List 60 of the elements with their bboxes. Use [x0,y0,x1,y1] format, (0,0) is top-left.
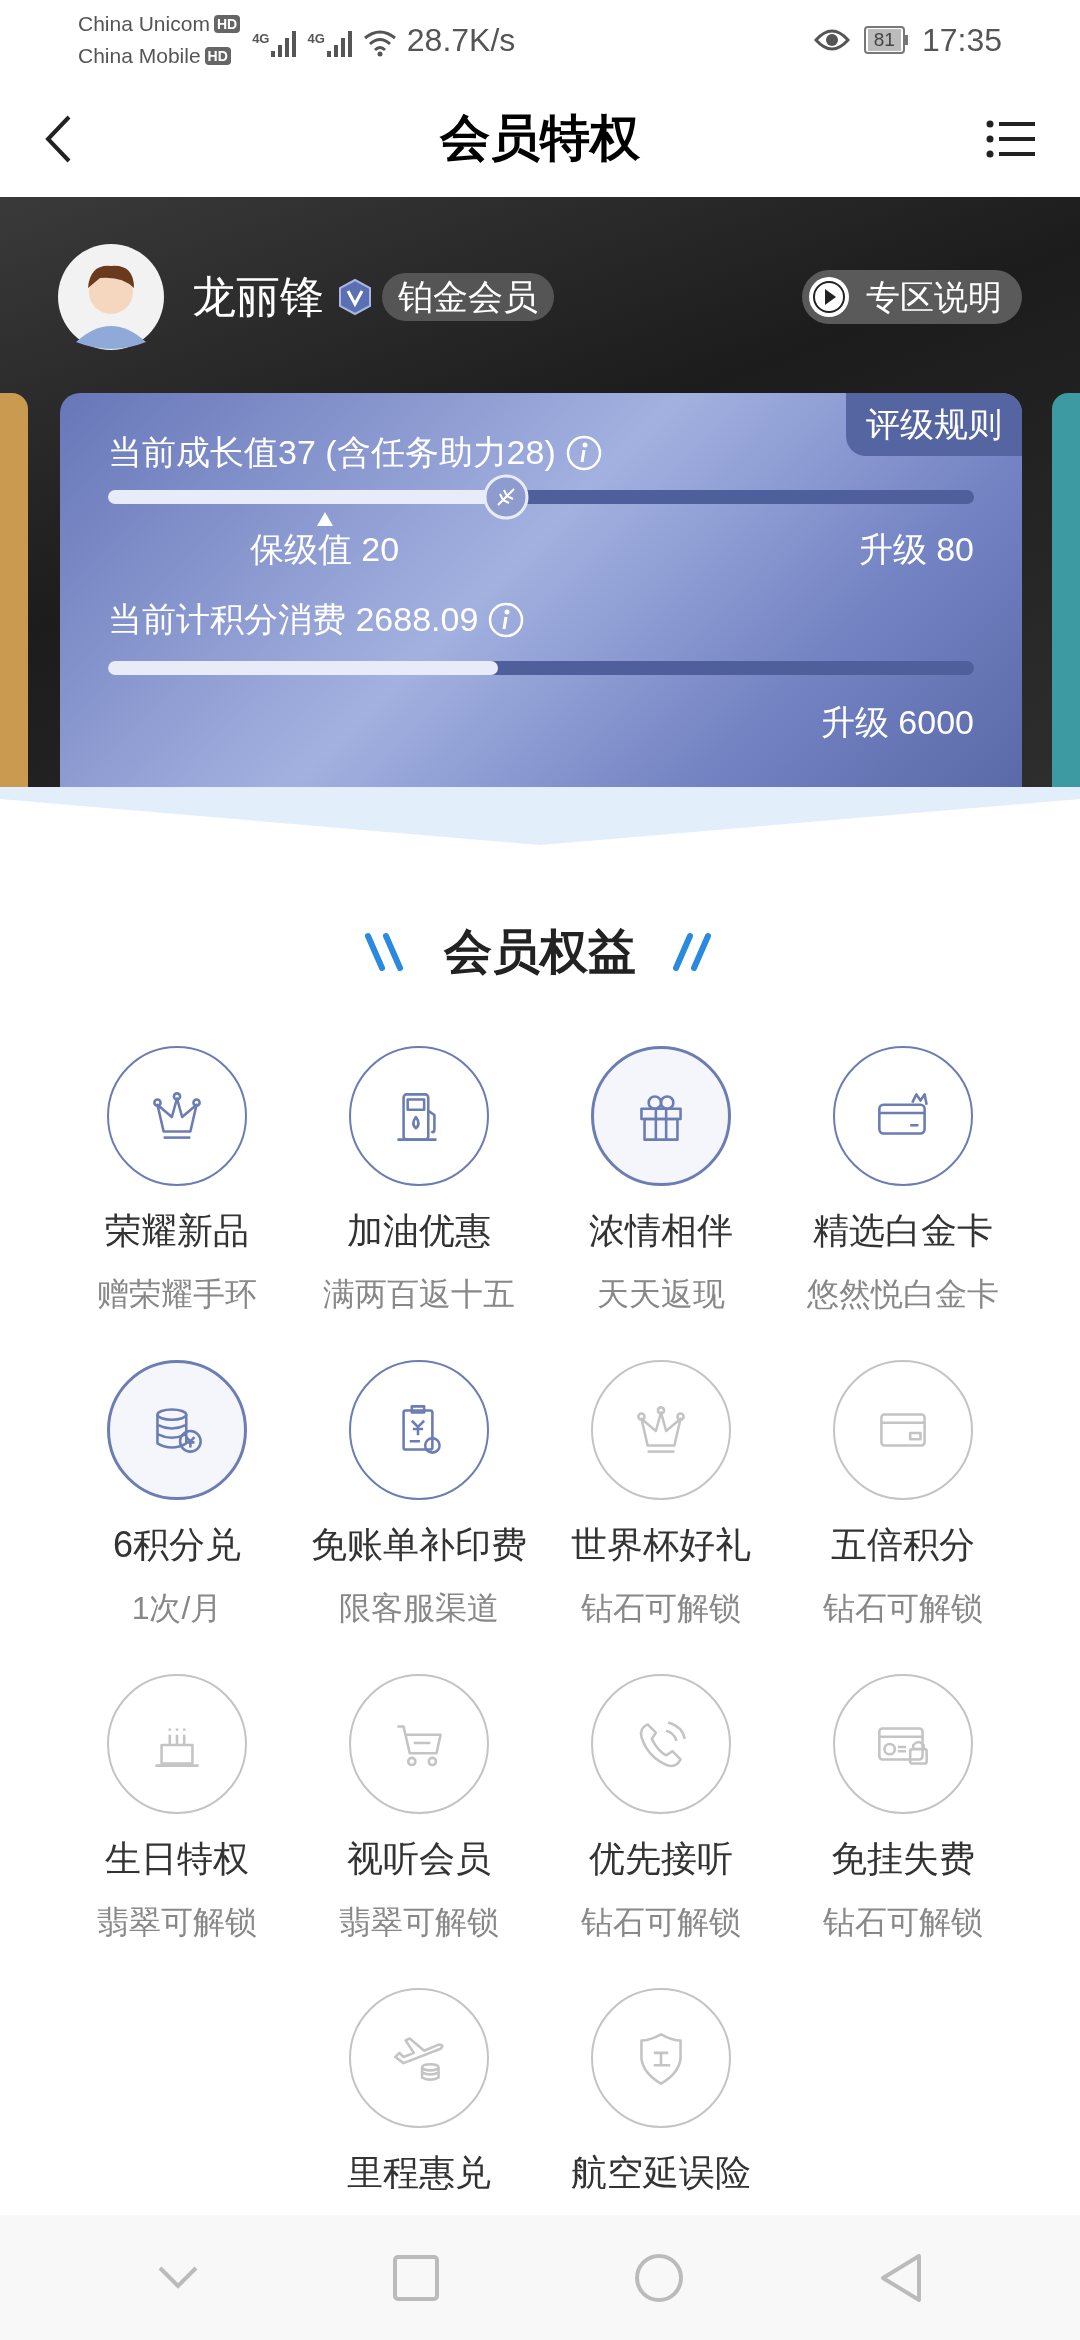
carrier-name: China Mobile [78,43,201,69]
network-type: 4G [307,30,325,48]
zone-info-button[interactable]: 专区说明 [802,270,1022,324]
menu-icon[interactable] [986,118,1036,159]
benefit-title: 世界杯好礼 [571,1523,751,1567]
tier-badge-icon [336,278,374,316]
rating-rules-tab[interactable]: 评级规则 [846,393,1022,456]
clock-time: 17:35 [921,21,1002,60]
benefit-title: 视听会员 [347,1837,491,1881]
hd-badge: HD [213,15,241,33]
home-icon[interactable] [633,2252,684,2303]
benefit-title: 免挂失费 [831,1837,975,1881]
benefit-title: 精选白金卡 [813,1209,993,1253]
benefit-subtitle: 钻石可解锁 [823,1903,983,1942]
benefit-subtitle: 限客服渠道 [339,1589,499,1628]
benefit-subtitle: 翡翠可解锁 [339,1903,499,1942]
benefit-title: 加油优惠 [347,1209,491,1253]
page-title: 会员特权 [440,109,640,168]
benefit-subtitle: 悠然悦白金卡 [807,1275,999,1314]
benefit-title: 航空延误险 [571,2151,751,2195]
play-icon [808,276,850,318]
info-icon[interactable] [488,601,525,638]
member-name: 龙丽锋 [192,271,324,323]
wifi-icon [362,29,397,57]
benefit-subtitle: 天天返现 [597,1275,725,1314]
benefit-subtitle: 钻石可解锁 [823,1589,983,1628]
benefit-title: 免账单补印费 [311,1523,527,1567]
benefit-title: 优先接听 [589,1837,733,1881]
benefit-subtitle: 钻石可解锁 [581,1589,741,1628]
growth-upgrade-label: 升级 80 [858,529,974,570]
signal-icon [326,29,353,57]
benefit-subtitle: 钻石可解锁 [581,1903,741,1942]
spending-label: 当前计积分消费 2688.09 [108,599,479,640]
benefit-subtitle: 赠荣耀手环 [97,1275,257,1314]
benefit-subtitle: 翡翠可解锁 [97,1903,257,1942]
eye-icon [813,28,850,52]
benefit-title: 6积分兑 [113,1523,241,1567]
protection-value-label: 保级值 20 [249,529,400,570]
benefit-title: 荣耀新品 [105,1209,249,1253]
hd-badge: HD [204,47,231,65]
recents-icon[interactable] [392,2254,439,2301]
info-icon[interactable] [565,434,602,471]
benefit-title: 五倍积分 [831,1523,975,1567]
signal-icon [271,29,298,57]
benefit-title: 里程惠兑 [347,2151,491,2195]
spending-upgrade-label: 升级 6000 [820,702,974,743]
carrier-name: China Unicom [78,11,210,37]
chevron-down-icon[interactable] [157,2265,198,2290]
benefit-subtitle: 满两百返十五 [323,1275,515,1314]
network-type: 4G [252,30,270,48]
benefit-subtitle: 1次/月 [131,1589,223,1628]
benefit-title: 生日特权 [105,1837,249,1881]
back-icon[interactable] [44,113,72,164]
benefit-title: 浓情相伴 [589,1209,733,1253]
network-speed: 28.7K/s [406,23,516,57]
back-nav-icon[interactable] [878,2252,923,2303]
growth-value-label: 当前成长值37 (含任务助力28) [108,432,556,473]
tier-label: 铂金会员 [382,273,554,321]
section-title: 会员权益 [444,924,636,980]
battery-indicator: 81 [863,26,908,54]
